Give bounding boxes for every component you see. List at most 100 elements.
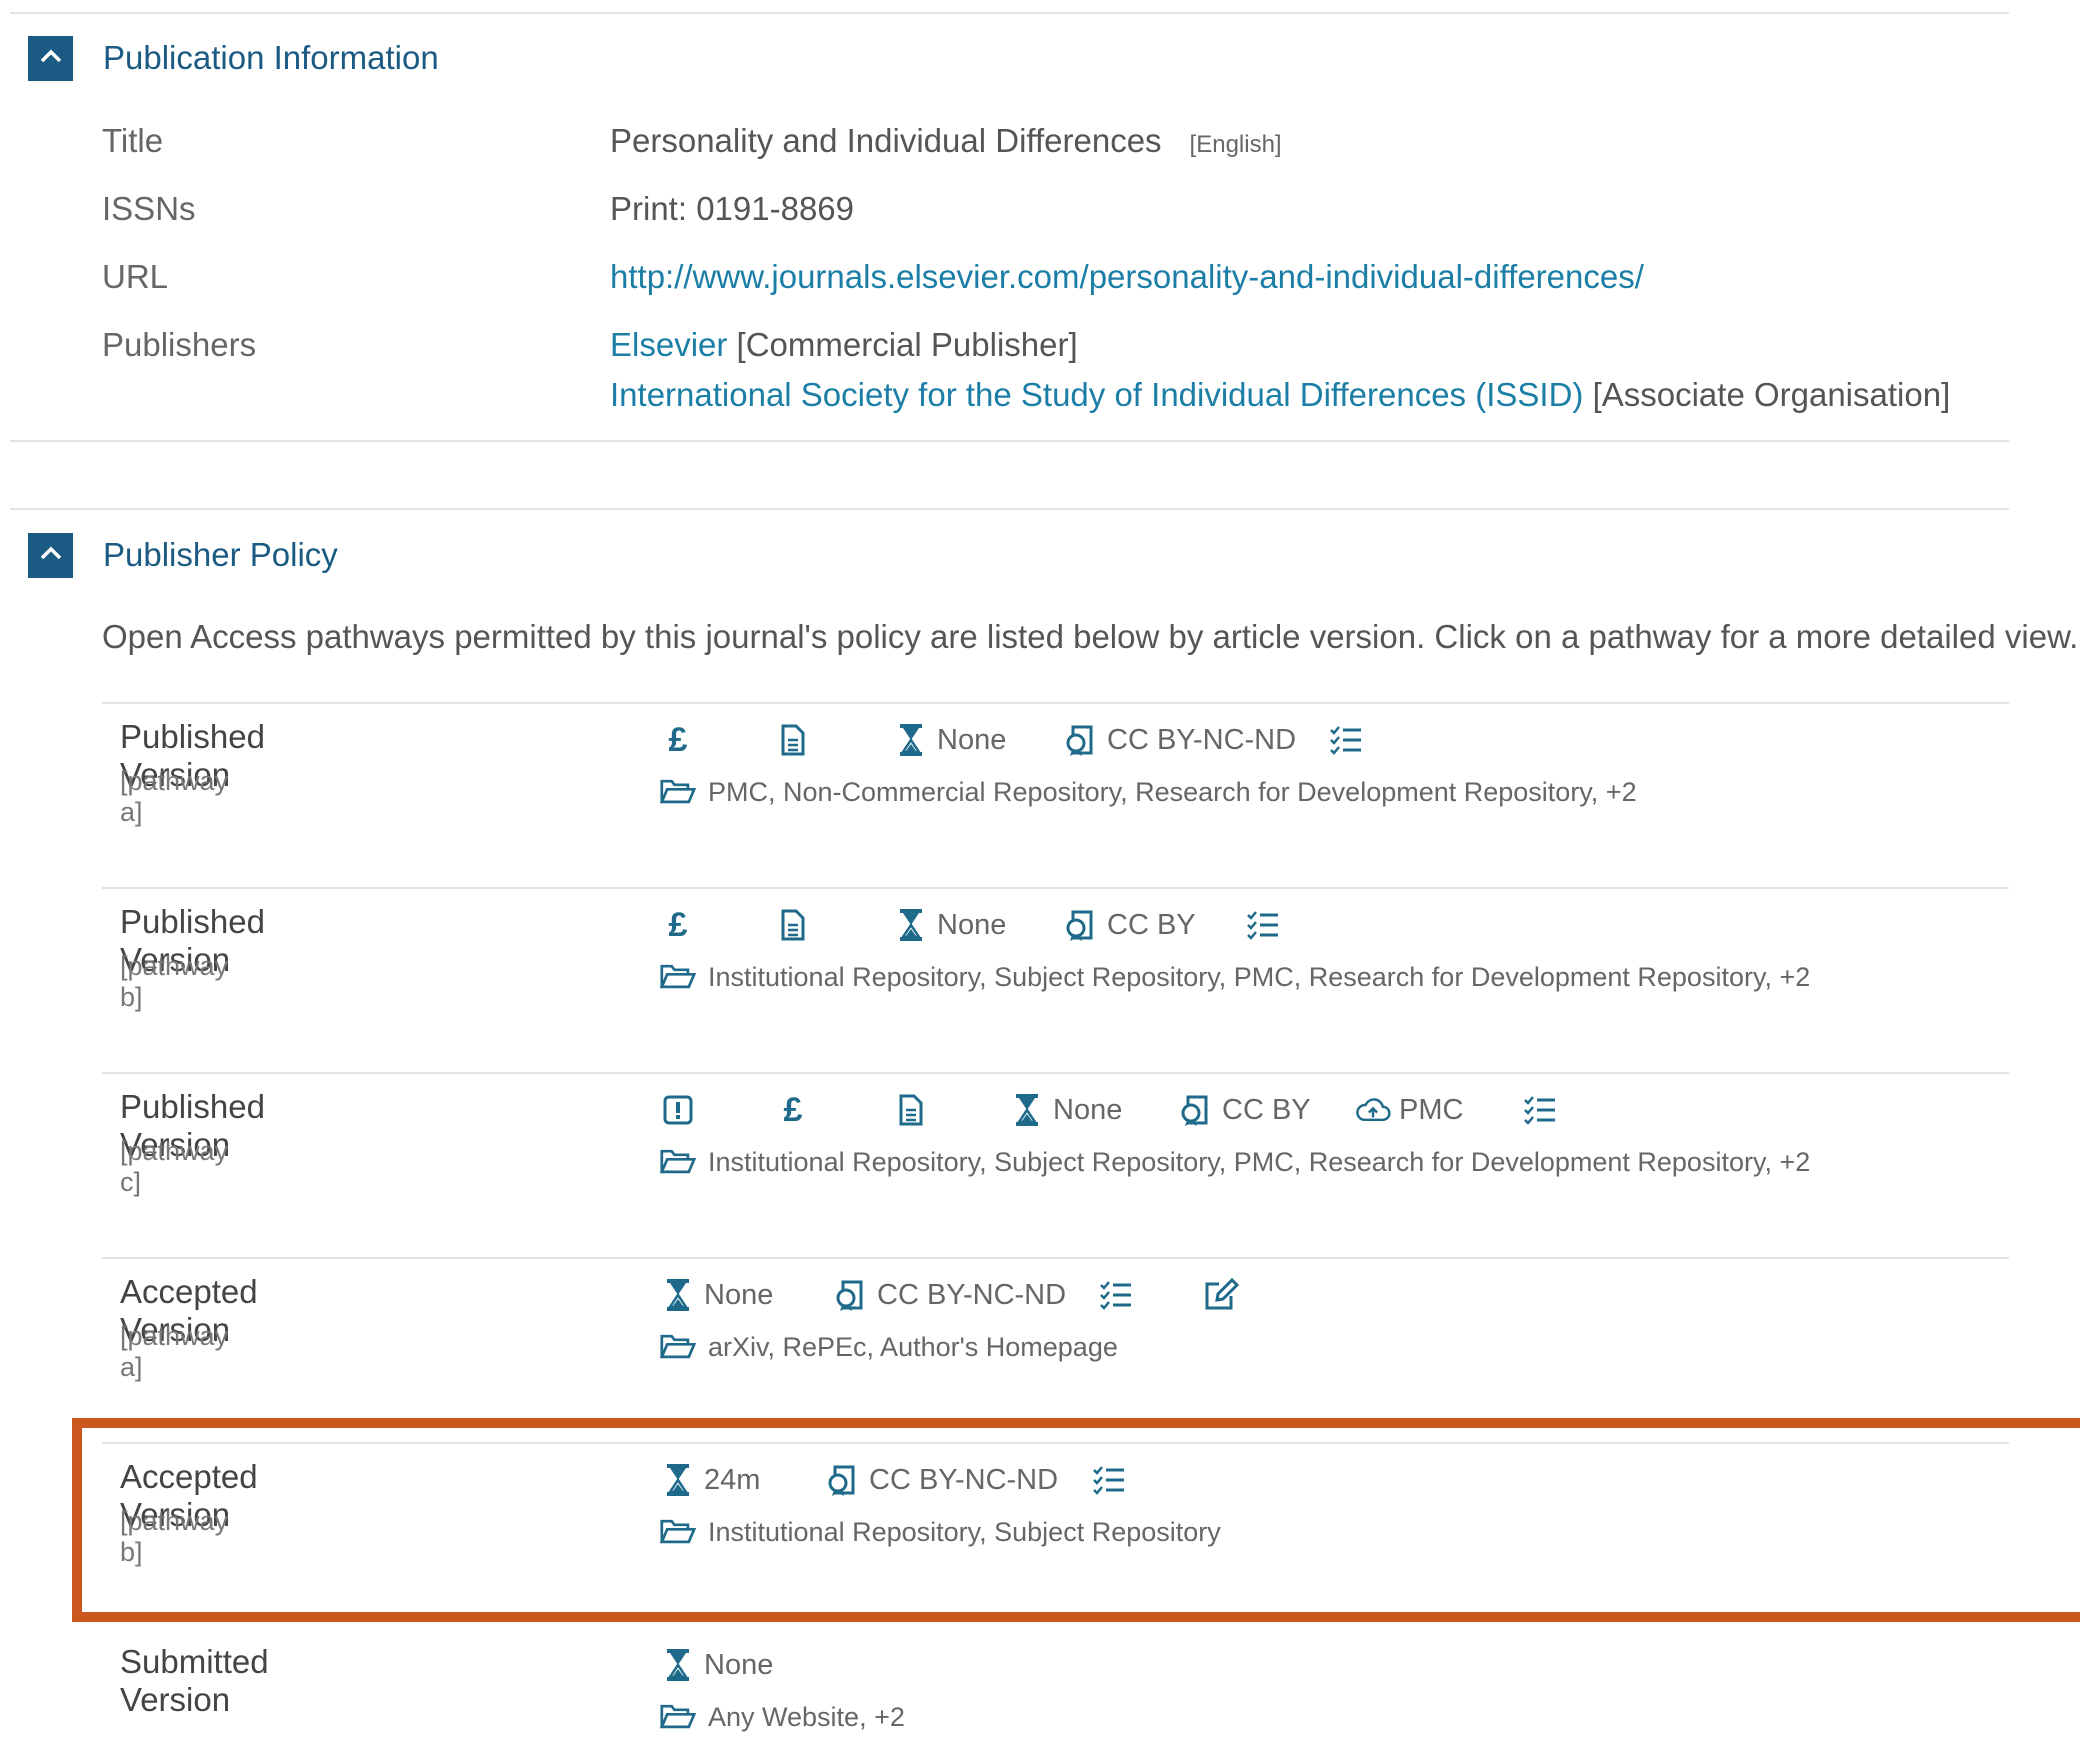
pathway-attribute[interactable] — [660, 1088, 696, 1132]
hourglass-icon — [893, 720, 929, 760]
license-icon — [1063, 720, 1099, 760]
pathway-attribute[interactable]: £ — [660, 718, 696, 762]
pathway-label: [pathway b] — [120, 951, 229, 1012]
pathway-attribute[interactable] — [775, 903, 811, 947]
pathway-attribute[interactable] — [1245, 903, 1281, 947]
edit-icon — [1203, 1275, 1239, 1315]
pathway-divider — [102, 1072, 2009, 1074]
chevron-up-icon — [39, 48, 63, 69]
publisher-link-elsevier[interactable]: Elsevier — [610, 326, 727, 363]
pathway-attribute[interactable]: None — [893, 903, 1006, 947]
collapse-toggle-button[interactable] — [28, 532, 73, 578]
pathway-attribute-text: None — [704, 1648, 774, 1681]
pathway-divider — [102, 1442, 2009, 1444]
pathway-divider — [102, 1257, 2009, 1259]
pathway-attribute-text: None — [937, 723, 1007, 756]
hourglass-icon — [893, 905, 929, 945]
pound-icon: £ — [668, 906, 688, 944]
pathway-label: [pathway b] — [120, 1506, 229, 1567]
chevron-up-icon — [39, 545, 63, 566]
repository-text: Institutional Repository, Subject Reposi… — [708, 1516, 1221, 1547]
pound-icon: £ — [668, 721, 688, 759]
language-tag: [English] — [1189, 131, 1282, 158]
pathway-attribute[interactable]: £ — [660, 903, 696, 947]
repository-list[interactable]: arXiv, RePEc, Author's Homepage — [660, 1327, 1118, 1367]
section-divider — [10, 440, 2009, 442]
journal-title: Personality and Individual Differences — [610, 122, 1162, 159]
article-version-label[interactable]: Submitted Version — [120, 1643, 269, 1719]
license-icon — [833, 1275, 869, 1315]
repository-text: Any Website, +2 — [708, 1701, 905, 1732]
repository-list[interactable]: Institutional Repository, Subject Reposi… — [660, 957, 1810, 997]
pathway-divider — [102, 887, 2009, 889]
pathway-attribute[interactable]: None — [660, 1273, 773, 1317]
pound-icon: £ — [783, 1091, 803, 1129]
pathway-attribute[interactable]: CC BY-NC-ND — [825, 1458, 1058, 1502]
pathway-attribute[interactable] — [1098, 1273, 1134, 1317]
license-icon — [825, 1460, 861, 1500]
folder-open-icon — [660, 1142, 696, 1182]
pathway-attribute-text: CC BY — [1222, 1093, 1311, 1126]
checklist-icon — [1098, 1275, 1134, 1315]
pathway-attribute[interactable] — [1522, 1088, 1558, 1132]
journal-url-link[interactable]: http://www.journals.elsevier.com/persona… — [610, 258, 1644, 295]
repository-list[interactable]: Institutional Repository, Subject Reposi… — [660, 1142, 1810, 1182]
pathway-attribute[interactable]: £ — [775, 1088, 811, 1132]
pathway-attribute[interactable] — [1203, 1273, 1239, 1317]
title-value: Personality and Individual Differences [E… — [610, 122, 1282, 160]
pathway-attribute[interactable]: CC BY — [1063, 903, 1196, 947]
pathway-attribute[interactable] — [1328, 718, 1364, 762]
pathway-attribute[interactable] — [893, 1088, 929, 1132]
section-divider — [10, 508, 2009, 510]
license-icon — [1178, 1090, 1214, 1130]
publication-info-header[interactable]: Publication Information — [28, 35, 439, 81]
pathway-attribute-text: CC BY-NC-ND — [1107, 723, 1297, 756]
publisher-link-issid[interactable]: International Society for the Study of I… — [610, 376, 1583, 413]
hourglass-icon — [660, 1275, 696, 1315]
url-value: http://www.journals.elsevier.com/persona… — [610, 258, 1644, 296]
repository-list[interactable]: PMC, Non-Commercial Repository, Research… — [660, 772, 1637, 812]
publisher-policy-header[interactable]: Publisher Policy — [28, 532, 338, 578]
publishers-label: Publishers — [102, 326, 257, 363]
top-divider — [10, 12, 2009, 14]
publisher-1: Elsevier [Commercial Publisher] — [610, 326, 1078, 364]
pathway-attribute[interactable] — [775, 718, 811, 762]
pathway-label: [pathway a] — [120, 1321, 229, 1382]
publisher-2: International Society for the Study of I… — [610, 376, 1950, 414]
cloud-upload-icon — [1355, 1090, 1391, 1130]
pathway-attribute[interactable]: CC BY — [1178, 1088, 1311, 1132]
pathway-attribute-text: CC BY — [1107, 908, 1196, 941]
pathway-label: [pathway a] — [120, 766, 229, 827]
pathway-attribute[interactable] — [1091, 1458, 1127, 1502]
document-icon — [775, 720, 811, 760]
hourglass-icon — [660, 1460, 696, 1500]
repository-text: PMC, Non-Commercial Repository, Research… — [708, 776, 1637, 807]
repository-list[interactable]: Institutional Repository, Subject Reposi… — [660, 1512, 1221, 1552]
document-icon — [775, 905, 811, 945]
pathway-attribute-text: None — [937, 908, 1007, 941]
collapse-toggle-button[interactable] — [28, 35, 73, 81]
section-title-publication: Publication Information — [103, 39, 439, 76]
issn-value: Print: 0191-8869 — [610, 190, 855, 227]
pathway-attribute[interactable]: CC BY-NC-ND — [833, 1273, 1066, 1317]
pathway-label: [pathway c] — [120, 1136, 229, 1197]
repository-list[interactable]: Any Website, +2 — [660, 1697, 905, 1737]
hourglass-icon — [660, 1645, 696, 1685]
pathway-attribute-text: PMC — [1399, 1093, 1464, 1126]
publisher-role: [Associate Organisation] — [1592, 376, 1951, 413]
title-label: Title — [102, 122, 164, 159]
alert-icon — [660, 1090, 696, 1130]
pathway-attribute[interactable]: PMC — [1355, 1088, 1463, 1132]
pathway-attribute-text: CC BY-NC-ND — [877, 1278, 1067, 1311]
section-title-policy: Publisher Policy — [103, 536, 338, 573]
pathway-attribute[interactable]: None — [660, 1643, 773, 1687]
folder-open-icon — [660, 1697, 696, 1737]
pathway-attribute-text: 24m — [704, 1463, 761, 1496]
repository-text: arXiv, RePEc, Author's Homepage — [708, 1331, 1118, 1362]
pathway-attribute[interactable]: None — [1009, 1088, 1122, 1132]
policy-intro-text: Open Access pathways permitted by this j… — [102, 618, 2079, 655]
pathway-attribute[interactable]: None — [893, 718, 1006, 762]
pathway-attribute[interactable]: CC BY-NC-ND — [1063, 718, 1296, 762]
pathway-attribute[interactable]: 24m — [660, 1458, 760, 1502]
checklist-icon — [1091, 1460, 1127, 1500]
